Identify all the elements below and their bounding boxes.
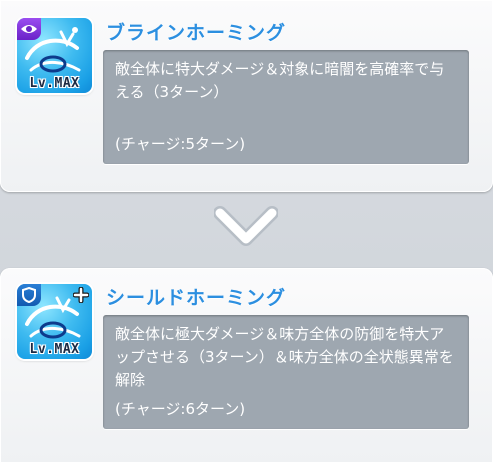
eye-icon (17, 18, 41, 40)
skill-charge: (チャージ:6ターン) (115, 400, 246, 418)
skill-level: Lv.MAX (29, 76, 80, 91)
skill-description: 敵全体に特大ダメージ＆対象に暗闇を高確率で与える（3ターン） (115, 60, 445, 101)
skill-card-1: Lv.MAX ブラインホーミング 敵全体に特大ダメージ＆対象に暗闇を高確率で与え… (0, 0, 493, 192)
skill-name: シールドホーミング (106, 287, 287, 309)
chevron-down-icon (214, 206, 278, 246)
skill-level: Lv.MAX (29, 342, 80, 357)
skill-card-2: Lv.MAX シールドホーミング 敵全体に極大ダメージ＆味方全体の防御を特大アッ… (0, 268, 493, 463)
skill-icon-1[interactable]: Lv.MAX (17, 18, 92, 93)
skill-description: 敵全体に極大ダメージ＆味方全体の防御を特大アップさせる（3ターン）＆味方全体の全… (115, 325, 454, 389)
shield-icon (17, 284, 41, 306)
skill-charge: (チャージ:5ターン) (115, 135, 246, 153)
skill-description-box: 敵全体に極大ダメージ＆味方全体の防御を特大アップさせる（3ターン）＆味方全体の全… (103, 315, 469, 429)
skill-icon-2[interactable]: Lv.MAX (17, 284, 92, 359)
skill-name: ブラインホーミング (106, 22, 287, 44)
skill-description-box: 敵全体に特大ダメージ＆対象に暗闇を高確率で与える（3ターン） (チャージ:5ター… (103, 50, 469, 164)
plus-icon (70, 284, 92, 306)
